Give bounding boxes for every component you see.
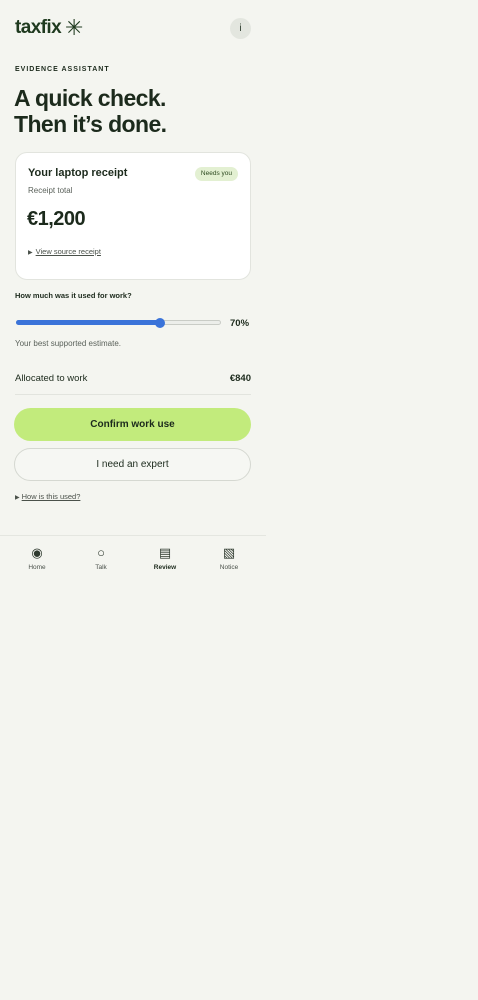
nav-item-review[interactable]: ▤ Review: [143, 545, 187, 571]
nav-label-review: Review: [153, 564, 177, 571]
estimate-hint: Your best supported estimate.: [15, 339, 121, 348]
slider-fill: [16, 320, 160, 325]
page-headline: A quick check. Then it’s done.: [14, 85, 167, 137]
allocation-value: €840: [229, 373, 251, 384]
notice-icon: ▧: [222, 545, 236, 560]
review-icon: ▤: [158, 545, 172, 560]
work-use-slider[interactable]: [16, 317, 221, 329]
disclosure-triangle-icon: ▶: [15, 495, 20, 501]
headline-line-1: A quick check.: [14, 85, 166, 111]
receipt-card: Your laptop receipt Needs you Receipt to…: [15, 152, 251, 280]
receipt-amount: €1,200: [27, 208, 86, 230]
bottom-nav: ◉ Home ○ Talk ▤ Review ▧ Notice: [0, 535, 266, 585]
allocation-row: Allocated to work €840: [15, 373, 251, 395]
slider-thumb[interactable]: [154, 318, 165, 328]
nav-label-notice: Notice: [219, 564, 239, 571]
home-icon: ◉: [31, 545, 43, 560]
status-badge: Needs you: [194, 167, 238, 181]
info-icon: i: [239, 23, 242, 34]
nav-label-talk: Talk: [95, 564, 107, 571]
view-source-receipt-link[interactable]: ▶ View source receipt: [28, 247, 101, 256]
need-expert-button[interactable]: I need an expert: [14, 448, 251, 481]
asterisk-logo-icon: ✳: [65, 15, 84, 40]
logo-text: taxfix: [15, 17, 62, 38]
section-eyebrow: EVIDENCE ASSISTANT: [15, 66, 110, 73]
nav-item-home[interactable]: ◉ Home: [15, 545, 59, 571]
receipt-card-title: Your laptop receipt: [28, 167, 128, 179]
receipt-total-label: Receipt total: [28, 186, 73, 195]
header: taxfix ✳ i: [15, 15, 251, 43]
how-is-this-used-link[interactable]: ▶ How is this used?: [15, 492, 80, 501]
nav-item-talk[interactable]: ○ Talk: [79, 545, 123, 571]
disclosure-triangle-icon: ▶: [28, 250, 33, 256]
confirm-work-use-button[interactable]: Confirm work use: [14, 408, 251, 441]
nav-item-notice[interactable]: ▧ Notice: [207, 545, 251, 571]
app-screen: taxfix ✳ i EVIDENCE ASSISTANT A quick ch…: [0, 0, 266, 1000]
work-use-question: How much was it used for work?: [15, 291, 132, 300]
info-button[interactable]: i: [230, 18, 251, 39]
nav-label-home: Home: [28, 564, 46, 571]
work-use-percent: 70%: [230, 318, 250, 329]
allocation-label: Allocated to work: [15, 373, 88, 384]
headline-line-2: Then it’s done.: [14, 111, 167, 137]
how-is-this-used-text: How is this used?: [21, 492, 81, 501]
taxfix-logo[interactable]: taxfix ✳: [15, 17, 83, 39]
talk-icon: ○: [97, 545, 105, 560]
view-source-receipt-text: View source receipt: [35, 247, 101, 256]
